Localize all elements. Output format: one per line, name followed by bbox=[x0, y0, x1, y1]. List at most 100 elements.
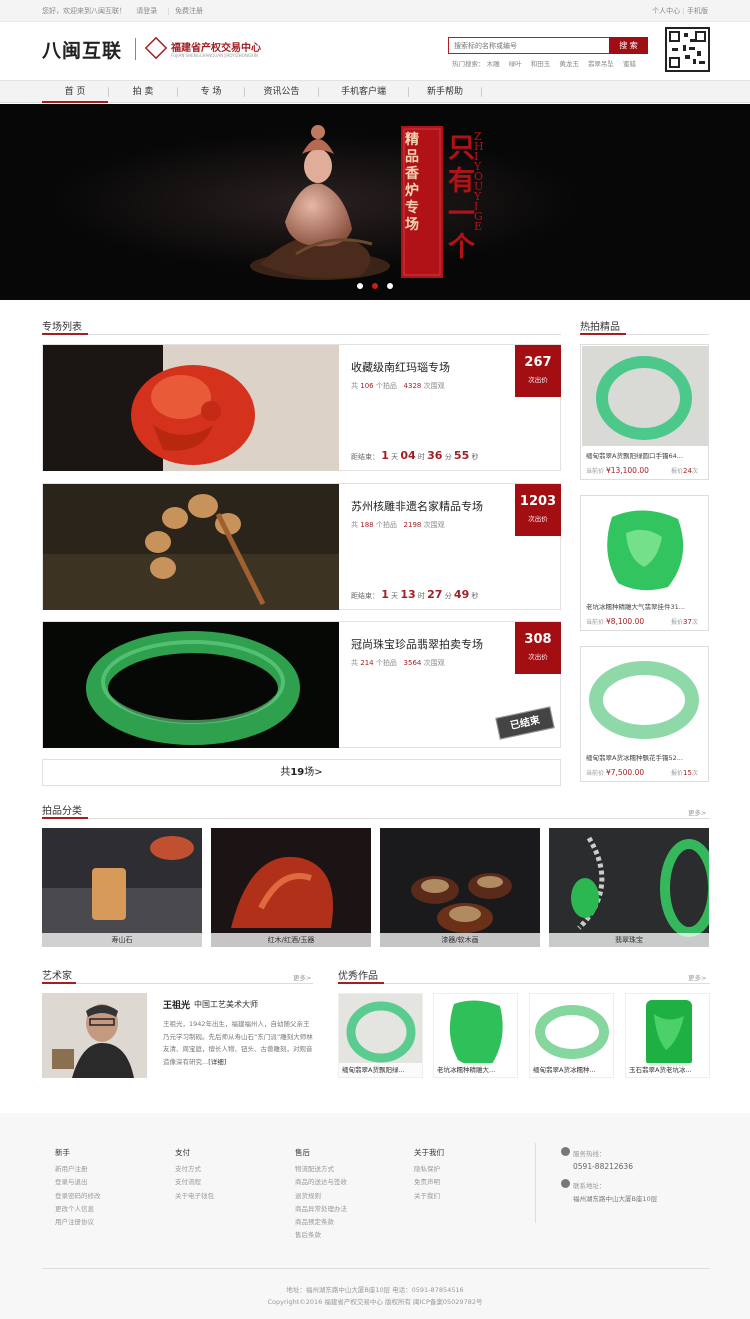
special-image[interactable] bbox=[43, 484, 339, 610]
hot-term[interactable]: 翡翠吊坠 bbox=[588, 60, 614, 68]
category-label[interactable]: 翡翠珠宝 bbox=[549, 933, 709, 947]
register-link[interactable]: 免费注册 bbox=[175, 7, 203, 15]
work-label[interactable]: 玉石翡翠A货老坑冰... bbox=[626, 1063, 709, 1077]
nav-help[interactable]: 新手帮助 bbox=[409, 81, 481, 103]
footer-link[interactable]: 支付方式 bbox=[175, 1163, 214, 1176]
org-logo-icon bbox=[144, 36, 168, 60]
special-card[interactable]: 冠尚珠宝珍品翡翠拍卖专场 共 214 个拍品 3564 次围观 已结束 308 … bbox=[42, 621, 561, 748]
special-image[interactable] bbox=[43, 622, 339, 748]
hot-item[interactable]: 缅甸翡翠A货飘阳绿圆口手镯64... 当前价 ¥13,100.00 报价24次 bbox=[580, 344, 709, 480]
hot-term[interactable]: 和田玉 bbox=[531, 60, 551, 68]
category-label[interactable]: 红木/红酒/玉器 bbox=[211, 933, 371, 947]
hot-item-image[interactable] bbox=[582, 346, 708, 446]
artist-more-link[interactable]: 更多> bbox=[293, 972, 311, 982]
category-label[interactable]: 寿山石 bbox=[42, 933, 202, 947]
special-name[interactable]: 冠尚珠宝珍品翡翠拍卖专场 bbox=[351, 636, 483, 652]
hot-term[interactable]: 木雕 bbox=[487, 60, 500, 68]
footer-link[interactable]: 关于电子钱包 bbox=[175, 1190, 214, 1203]
footer-link[interactable]: 退货规则 bbox=[295, 1190, 347, 1203]
login-link[interactable]: 请登录 bbox=[136, 7, 157, 15]
work-card[interactable]: 老坑冰糯种精雕大... bbox=[433, 993, 518, 1078]
special-image[interactable] bbox=[43, 345, 339, 471]
category-card[interactable]: 翡翠珠宝 bbox=[549, 828, 709, 947]
site-logo[interactable]: 八闽互联 bbox=[42, 36, 122, 63]
qr-code-icon bbox=[665, 27, 710, 72]
carousel-dot[interactable] bbox=[387, 283, 393, 289]
personal-center-link[interactable]: 个人中心 bbox=[652, 7, 680, 15]
category-card[interactable]: 寿山石 bbox=[42, 828, 202, 947]
artist-photo[interactable] bbox=[42, 993, 147, 1078]
hot-term[interactable]: 蜜蜡 bbox=[623, 60, 636, 68]
artist-rank: 中国工艺美术大师 bbox=[194, 1000, 258, 1009]
footer-col-payment: 支付 支付方式 支付流程 关于电子钱包 bbox=[175, 1147, 214, 1203]
work-label[interactable]: 缅甸翡翠A货飘阳绿... bbox=[339, 1063, 422, 1077]
hot-item-bids: 报价37次 bbox=[671, 618, 698, 626]
lot-count: 214 bbox=[360, 659, 374, 667]
specials-title: 专场列表 bbox=[42, 322, 82, 333]
hot-item-name[interactable]: 老坑冰糯种精雕大气翡翠挂件31... bbox=[586, 601, 704, 611]
hot-term[interactable]: 绿叶 bbox=[509, 60, 522, 68]
artist-title: 艺术家 bbox=[42, 971, 72, 982]
footer-copyright: Copyright©2016 福建省产权交易中心 版权所有 闽ICP备案0502… bbox=[267, 1298, 483, 1306]
carousel-dot-active[interactable] bbox=[372, 283, 378, 289]
category-label[interactable]: 漆器/软木画 bbox=[380, 933, 540, 947]
artist-divider bbox=[42, 982, 313, 984]
logo-divider bbox=[135, 38, 136, 60]
nav-mobile-client[interactable]: 手机客户端 bbox=[319, 81, 408, 103]
footer-link[interactable]: 免责声明 bbox=[414, 1176, 444, 1189]
hot-item[interactable]: 老坑冰糯种精雕大气翡翠挂件31... 当前价 ¥8,100.00 报价37次 bbox=[580, 495, 709, 631]
work-label[interactable]: 缅甸翡翠A货冰糯种... bbox=[530, 1063, 613, 1077]
all-specials-button[interactable]: 共19场> bbox=[42, 759, 561, 786]
footer-link[interactable]: 商品预定条款 bbox=[295, 1216, 347, 1229]
search-button[interactable]: 搜 索 bbox=[609, 37, 648, 54]
hot-item[interactable]: 缅甸翡翠A货冰糯种飘花手镯52... 当前价 ¥7,500.00 报价15次 bbox=[580, 646, 709, 782]
footer-link[interactable]: 新用户注册 bbox=[55, 1163, 101, 1176]
footer-link[interactable]: 登录密码的修改 bbox=[55, 1190, 101, 1203]
hot-divider bbox=[580, 333, 709, 335]
hot-item-image[interactable] bbox=[582, 648, 708, 748]
view-count: 3564 bbox=[403, 659, 422, 667]
footer-link[interactable]: 物流配送方式 bbox=[295, 1163, 347, 1176]
hot-item-price: 当前价 ¥8,100.00 bbox=[586, 617, 645, 626]
nav-news[interactable]: 资讯公告 bbox=[245, 81, 318, 103]
footer-link[interactable]: 隐私保护 bbox=[414, 1163, 444, 1176]
special-name[interactable]: 收藏级南红玛瑙专场 bbox=[351, 359, 450, 375]
work-card[interactable]: 缅甸翡翠A货冰糯种... bbox=[529, 993, 614, 1078]
nav-home[interactable]: 首 页 bbox=[42, 81, 108, 103]
nav-auction[interactable]: 拍 卖 bbox=[109, 81, 177, 103]
hot-item-name[interactable]: 缅甸翡翠A货飘阳绿圆口手镯64... bbox=[586, 450, 704, 460]
categories-more-link[interactable]: 更多> bbox=[688, 807, 706, 817]
footer-link[interactable]: 登录与退出 bbox=[55, 1176, 101, 1189]
search-input[interactable] bbox=[448, 37, 610, 54]
category-card[interactable]: 红木/红酒/玉器 bbox=[211, 828, 371, 947]
special-card[interactable]: 苏州核雕非遗名家精品专场 共 188 个拍品 2198 次围观 距结束： 1 天… bbox=[42, 483, 561, 610]
footer-link[interactable]: 用户注册协议 bbox=[55, 1216, 101, 1229]
hero-banner[interactable]: 精品香炉专场 只有一个 ZHIYOUYIGE bbox=[0, 104, 750, 300]
footer-link[interactable]: 支付流程 bbox=[175, 1176, 214, 1189]
footer-link[interactable]: 商品异常处理办法 bbox=[295, 1203, 347, 1216]
mobile-version-link[interactable]: 手机版 bbox=[687, 7, 708, 15]
banner-dots bbox=[357, 283, 402, 291]
special-card[interactable]: 收藏级南红玛瑙专场 共 106 个拍品 4328 次围观 距结束： 1 天 04… bbox=[42, 344, 561, 471]
special-name[interactable]: 苏州核雕非遗名家精品专场 bbox=[351, 498, 483, 514]
hot-item-name[interactable]: 缅甸翡翠A货冰糯种飘花手镯52... bbox=[586, 752, 704, 762]
address-label: 联系地址： bbox=[573, 1182, 606, 1190]
phone-icon bbox=[561, 1147, 570, 1156]
welcome-text: 您好，欢迎来到八闽互联！ bbox=[42, 7, 126, 15]
artist-detail-link[interactable]: [详细] bbox=[208, 1058, 226, 1066]
nav-special[interactable]: 专 场 bbox=[178, 81, 244, 103]
hot-term[interactable]: 黄龙玉 bbox=[559, 60, 579, 68]
category-card[interactable]: 漆器/软木画 bbox=[380, 828, 540, 947]
carousel-dot[interactable] bbox=[357, 283, 363, 289]
artist-name[interactable]: 王祖光 bbox=[163, 998, 190, 1011]
location-icon bbox=[561, 1179, 570, 1188]
work-card[interactable]: 玉石翡翠A货老坑冰... bbox=[625, 993, 710, 1078]
work-card[interactable]: 缅甸翡翠A货飘阳绿... bbox=[338, 993, 423, 1078]
footer-link[interactable]: 商品的送达与签收 bbox=[295, 1176, 347, 1189]
footer-link[interactable]: 更改个人信息 bbox=[55, 1203, 101, 1216]
footer-link[interactable]: 售后条款 bbox=[295, 1229, 347, 1242]
hot-item-image[interactable] bbox=[582, 497, 708, 597]
work-label[interactable]: 老坑冰糯种精雕大... bbox=[434, 1063, 517, 1077]
works-more-link[interactable]: 更多> bbox=[688, 972, 706, 982]
footer-link[interactable]: 关于我们 bbox=[414, 1190, 444, 1203]
